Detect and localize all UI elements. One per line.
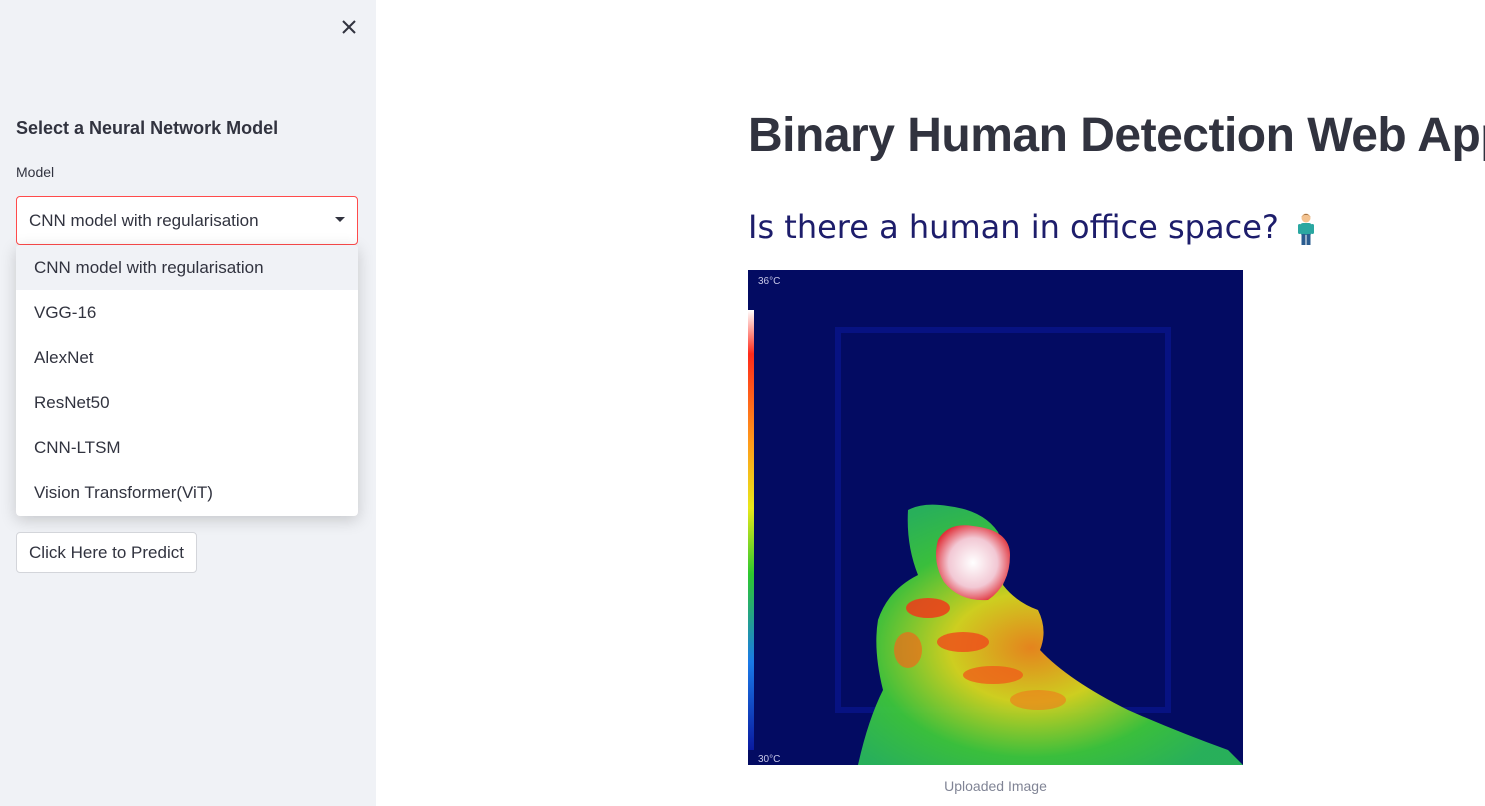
subtitle-text: Is there a human in office space? bbox=[748, 208, 1279, 246]
close-icon bbox=[342, 20, 356, 34]
page-title: Binary Human Detection Web App bbox=[748, 109, 1485, 162]
model-dropdown-menu: CNN model with regularisation VGG-16 Ale… bbox=[16, 245, 358, 516]
bottom-temp-label: 30°C bbox=[758, 754, 780, 765]
standing-person-icon bbox=[1298, 213, 1315, 245]
model-select-value: CNN model with regularisation bbox=[29, 211, 259, 230]
image-caption: Uploaded Image bbox=[944, 778, 1047, 794]
page-subtitle: Is there a human in office space? bbox=[748, 208, 1317, 246]
dropdown-option-vgg16[interactable]: VGG-16 bbox=[16, 290, 358, 335]
sidebar: Select a Neural Network Model Model CNN … bbox=[0, 0, 376, 806]
dropdown-option-cnn-ltsm[interactable]: CNN-LTSM bbox=[16, 425, 358, 470]
sidebar-heading: Select a Neural Network Model bbox=[16, 118, 279, 138]
uploaded-thermal-image: 36°C 30°C bbox=[748, 270, 1243, 765]
dropdown-option-alexnet[interactable]: AlexNet bbox=[16, 335, 358, 380]
chevron-down-icon bbox=[335, 217, 345, 222]
model-select[interactable]: CNN model with regularisation bbox=[16, 196, 358, 245]
dropdown-option-vit[interactable]: Vision Transformer(ViT) bbox=[16, 470, 358, 515]
model-label: Model bbox=[16, 164, 55, 180]
dropdown-option-cnn-regularisation[interactable]: CNN model with regularisation bbox=[16, 245, 358, 290]
predict-button[interactable]: Click Here to Predict bbox=[16, 532, 197, 573]
close-sidebar-button[interactable] bbox=[336, 14, 362, 40]
dropdown-option-resnet50[interactable]: ResNet50 bbox=[16, 380, 358, 425]
top-temp-label: 36°C bbox=[758, 276, 780, 287]
